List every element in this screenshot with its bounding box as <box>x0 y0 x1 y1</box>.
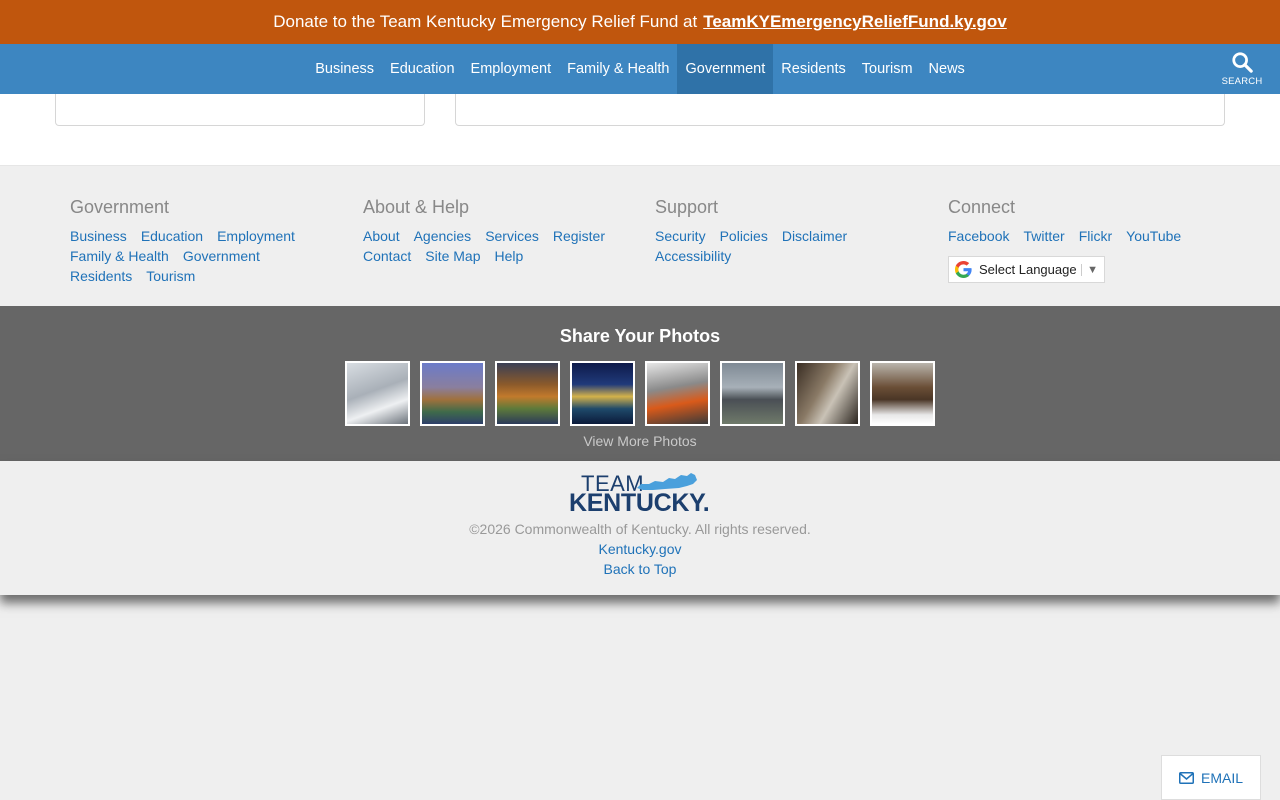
footer-column-connect: Connect Facebook Twitter Flickr YouTube … <box>948 197 1228 283</box>
team-kentucky-logo[interactable]: TEAM KENTUCKY. <box>569 471 711 517</box>
envelope-icon <box>1178 771 1194 784</box>
announcement-banner: Donate to the Team Kentucky Emergency Re… <box>0 0 1280 44</box>
footer-column-government: Government Business Education Employment… <box>70 197 350 286</box>
footer-link-family-health[interactable]: Family & Health <box>70 246 169 266</box>
footer-link-site-map[interactable]: Site Map <box>425 246 480 266</box>
photo-thumbnail[interactable] <box>420 361 485 426</box>
nav-news[interactable]: News <box>921 44 973 94</box>
logo-text-kentucky: KENTUCKY. <box>569 489 710 517</box>
main-nav: Business Education Employment Family & H… <box>0 44 1280 94</box>
email-button-label: EMAIL <box>1200 769 1243 786</box>
content-card-right <box>455 94 1225 126</box>
kentucky-gov-link[interactable]: Kentucky.gov <box>598 541 681 557</box>
relief-fund-link[interactable]: TeamKYEmergencyReliefFund.ky.gov <box>703 12 1007 32</box>
photo-thumbnail[interactable] <box>795 361 860 426</box>
footer-heading: Support <box>655 197 719 217</box>
share-photos-section: Share Your Photos View More Photos <box>0 306 1280 461</box>
footer-link-accessibility[interactable]: Accessibility <box>655 246 731 266</box>
photo-thumbnails <box>345 361 945 426</box>
chevron-down-icon: ▼ <box>1081 263 1098 276</box>
nav-employment[interactable]: Employment <box>463 44 560 94</box>
view-more-photos-link[interactable]: View More Photos <box>0 433 1280 449</box>
footer-link-flickr[interactable]: Flickr <box>1079 226 1112 246</box>
footer-column-support: Support Security Policies Disclaimer Acc… <box>655 197 935 266</box>
footer-link-business[interactable]: Business <box>70 226 127 246</box>
footer-link-help[interactable]: Help <box>495 246 524 266</box>
footer-link-facebook[interactable]: Facebook <box>948 226 1009 246</box>
search-button[interactable]: SEARCH <box>1222 44 1262 94</box>
footer-link-residents[interactable]: Residents <box>70 266 132 286</box>
footer-link-services[interactable]: Services <box>485 226 539 246</box>
share-photos-title: Share Your Photos <box>559 326 721 346</box>
photo-thumbnail[interactable] <box>570 361 635 426</box>
footer-link-tourism[interactable]: Tourism <box>146 266 195 286</box>
google-icon <box>955 261 972 278</box>
content-card-left <box>55 94 425 126</box>
nav-tourism[interactable]: Tourism <box>854 44 921 94</box>
banner-text: Donate to the Team Kentucky Emergency Re… <box>273 12 698 31</box>
footer-heading: Connect <box>948 197 1016 217</box>
footer-heading: Government <box>70 197 170 217</box>
footer-link-education[interactable]: Education <box>141 226 203 246</box>
footer-link-policies[interactable]: Policies <box>720 226 768 246</box>
footer-column-about-help: About & Help About Agencies Services Reg… <box>363 197 643 266</box>
search-icon <box>1232 52 1253 73</box>
nav-family-health[interactable]: Family & Health <box>559 44 677 94</box>
photo-thumbnail[interactable] <box>345 361 410 426</box>
photo-thumbnail[interactable] <box>870 361 935 426</box>
footer-link-disclaimer[interactable]: Disclaimer <box>782 226 847 246</box>
nav-education[interactable]: Education <box>382 44 463 94</box>
language-select-label: Select Language <box>979 262 1077 277</box>
footer-link-about[interactable]: About <box>363 226 400 246</box>
footer-link-government[interactable]: Government <box>183 246 260 266</box>
back-to-top-link[interactable]: Back to Top <box>604 561 677 577</box>
nav-residents[interactable]: Residents <box>773 44 853 94</box>
footer-link-agencies[interactable]: Agencies <box>414 226 472 246</box>
photo-thumbnail[interactable] <box>495 361 560 426</box>
language-select[interactable]: Select Language ▼ <box>948 256 1105 283</box>
footer-link-employment[interactable]: Employment <box>217 226 295 246</box>
footer-links: Government Business Education Employment… <box>0 167 1280 306</box>
footer-link-contact[interactable]: Contact <box>363 246 411 266</box>
footer-heading: About & Help <box>363 197 470 217</box>
photo-thumbnail[interactable] <box>645 361 710 426</box>
footer-link-register[interactable]: Register <box>553 226 605 246</box>
footer-link-youtube[interactable]: YouTube <box>1126 226 1181 246</box>
search-label: SEARCH <box>1221 76 1263 87</box>
footer-link-twitter[interactable]: Twitter <box>1023 226 1064 246</box>
photo-thumbnail[interactable] <box>720 361 785 426</box>
email-button[interactable]: EMAIL <box>1161 755 1261 800</box>
copyright-text: ©2026 Commonwealth of Kentucky. All righ… <box>469 521 811 537</box>
site-footer: TEAM KENTUCKY. ©2026 Commonwealth of Ken… <box>0 461 1280 595</box>
nav-business[interactable]: Business <box>307 44 382 94</box>
footer-link-security[interactable]: Security <box>655 226 706 246</box>
nav-government[interactable]: Government <box>677 44 774 94</box>
